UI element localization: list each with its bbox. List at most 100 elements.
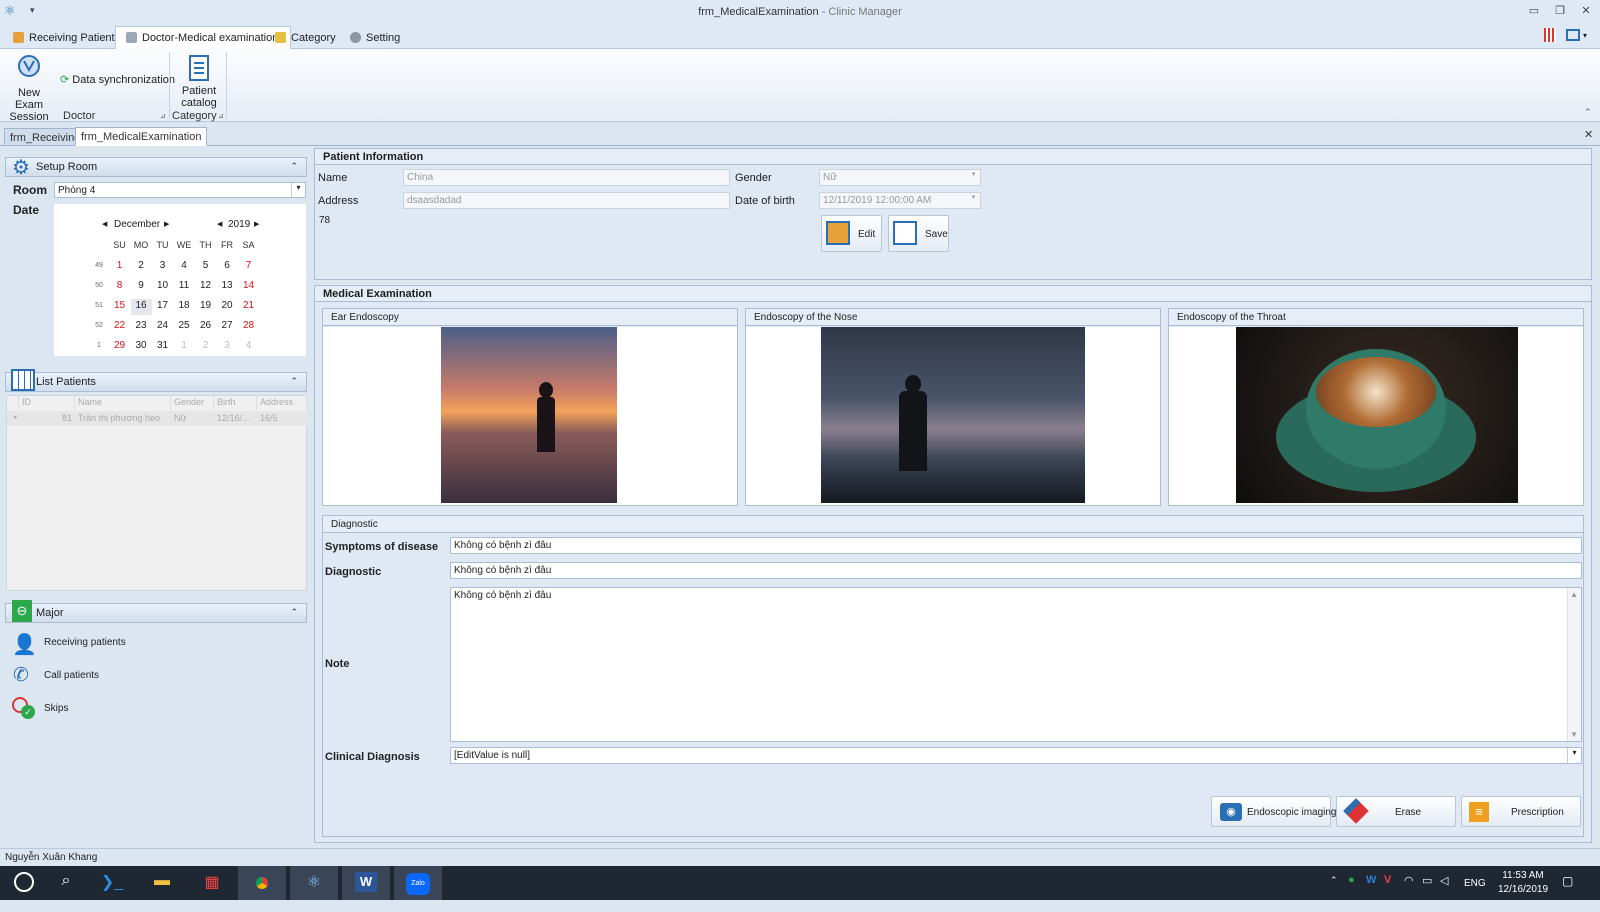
column-header-address[interactable]: Address	[257, 396, 307, 410]
throat-image-box[interactable]	[1169, 327, 1583, 505]
file-explorer-icon[interactable]: ▬	[138, 866, 186, 900]
minimize-button[interactable]: ▭	[1524, 4, 1544, 20]
chevron-down-icon[interactable]: ▾	[1567, 748, 1581, 763]
calendar-day[interactable]: 8	[109, 280, 130, 291]
clock[interactable]: 11:53 AM 12/16/2019	[1498, 870, 1548, 904]
cell-birth[interactable]: 12/16/...	[214, 411, 253, 425]
calendar-day[interactable]: 18	[174, 300, 195, 311]
calendar-day[interactable]: 11	[174, 280, 195, 291]
calendar-day[interactable]: 7	[238, 260, 259, 271]
calendar-day[interactable]: 30	[131, 340, 152, 351]
zalo-icon[interactable]: Zalo	[394, 866, 442, 900]
calendar-day[interactable]: 29	[109, 340, 130, 351]
doc-tab-frm-receiving[interactable]: frm_Receiving	[4, 128, 87, 146]
setup-room-header[interactable]: ⚙ Setup Room ⌃	[5, 157, 307, 179]
symptoms-input[interactable]: Không có bệnh zì đâu	[450, 537, 1582, 554]
close-window-button[interactable]: ✕	[1576, 4, 1596, 20]
clinical-diagnosis-select[interactable]: [EditValue is null] ▾	[450, 747, 1582, 764]
column-header-gender[interactable]: Gender	[171, 396, 214, 410]
layout-dropdown-icon[interactable]: ▾	[1583, 31, 1587, 40]
chevron-down-icon[interactable]: ▾	[967, 170, 980, 178]
layout-icon[interactable]	[1566, 29, 1580, 41]
volume-icon[interactable]: ◁	[1440, 874, 1448, 908]
prescription-button[interactable]: ≡ Prescription	[1461, 796, 1581, 827]
name-field[interactable]: China	[403, 169, 730, 186]
office-app-icon[interactable]: ▦	[188, 866, 236, 900]
doctor-group-launcher-icon[interactable]: ⊿	[160, 112, 166, 120]
calendar-day[interactable]: 2	[131, 260, 152, 271]
word-icon[interactable]: W	[342, 866, 390, 900]
skin-icon[interactable]	[1544, 28, 1556, 42]
room-select[interactable]: Phòng 4 ▾	[54, 182, 306, 198]
calendar-day[interactable]: 2	[195, 340, 216, 351]
calendar-day[interactable]: 14	[238, 280, 259, 291]
calendar-day[interactable]: 16	[130, 299, 152, 315]
edit-button[interactable]: Edit	[821, 215, 882, 252]
column-header-birth[interactable]: Birth	[214, 396, 257, 410]
gender-select[interactable]: Nữ ▾	[819, 169, 981, 186]
next-year-icon[interactable]: ▶	[254, 220, 259, 228]
collapse-chevron-icon[interactable]: ⌃	[290, 607, 298, 618]
calendar-day[interactable]: 20	[217, 300, 238, 311]
language-indicator[interactable]: ENG	[1464, 878, 1486, 912]
start-button[interactable]	[0, 866, 48, 900]
calendar-day[interactable]: 3	[217, 340, 238, 351]
calendar-day[interactable]: 13	[217, 280, 238, 291]
close-document-icon[interactable]: ✕	[1584, 128, 1593, 141]
erase-button[interactable]: Erase	[1336, 796, 1456, 827]
endoscopic-imaging-button[interactable]: ◉ Endoscopic imaging	[1211, 796, 1337, 827]
new-exam-session-button[interactable]: New Exam Session	[4, 54, 54, 123]
calendar-day[interactable]: 27	[217, 320, 238, 331]
major-header[interactable]: ⊖ Major ⌃	[5, 600, 307, 623]
calendar-day[interactable]: 19	[195, 300, 216, 311]
address-field[interactable]: dsaasdadad	[403, 192, 730, 209]
chevron-down-icon[interactable]: ▾	[967, 193, 980, 201]
note-textarea[interactable]: Không có bệnh zì đâu ▲ ▼	[450, 587, 1582, 742]
next-month-icon[interactable]: ▶	[164, 220, 169, 228]
calendar-day[interactable]: 25	[174, 320, 195, 331]
calendar-day[interactable]: 1	[174, 340, 195, 351]
battery-icon[interactable]: ▭	[1422, 874, 1432, 908]
calendar-day[interactable]: 3	[152, 260, 173, 271]
scroll-up-icon[interactable]: ▲	[1570, 590, 1578, 599]
notification-icon[interactable]: ▢	[1562, 874, 1573, 908]
tray-word-icon[interactable]: W	[1366, 874, 1376, 908]
calendar-day[interactable]: 12	[195, 280, 216, 291]
column-header-id[interactable]: ID	[19, 396, 75, 410]
calendar-day[interactable]: 17	[152, 300, 173, 311]
calendar-day[interactable]: 10	[152, 280, 173, 291]
tab-receiving-patients[interactable]: Receiving Patients	[3, 27, 132, 49]
chevron-down-icon[interactable]: ▾	[291, 183, 305, 197]
collapse-ribbon-icon[interactable]: ⌃	[1584, 107, 1592, 118]
prev-year-icon[interactable]: ◀	[217, 220, 222, 228]
search-icon[interactable]: ⌕	[42, 866, 90, 900]
save-button[interactable]: Save	[888, 215, 949, 252]
collapse-chevron-icon[interactable]: ⌃	[290, 376, 298, 387]
list-patients-header[interactable]: List Patients ⌃	[5, 369, 307, 392]
calendar-day[interactable]: 22	[109, 320, 130, 331]
cell-id[interactable]: 81	[19, 411, 75, 425]
calendar-day[interactable]: 23	[131, 320, 152, 331]
scroll-down-icon[interactable]: ▼	[1570, 730, 1578, 739]
calendar-day[interactable]: 15	[109, 300, 130, 311]
wifi-icon[interactable]: ◠	[1404, 874, 1414, 908]
doc-tab-frm-medical-examination[interactable]: frm_MedicalExamination	[75, 127, 208, 146]
tab-setting[interactable]: Setting	[340, 27, 412, 49]
patient-catalog-button[interactable]: Patient catalog	[174, 54, 224, 109]
calendar-day[interactable]: 1	[109, 260, 130, 271]
tray-app-icon[interactable]: ●	[1348, 874, 1355, 908]
calendar-day[interactable]: 9	[131, 280, 152, 291]
calendar-day[interactable]: 4	[174, 260, 195, 271]
patients-grid[interactable]: ID Name Gender Birth Address ▸ 81 Trần t…	[6, 395, 307, 591]
calendar-day[interactable]: 24	[152, 320, 173, 331]
tab-category[interactable]: Category	[265, 27, 348, 49]
restore-button[interactable]: ❐	[1550, 4, 1570, 20]
calendar-day[interactable]: 26	[195, 320, 216, 331]
column-header-name[interactable]: Name	[75, 396, 171, 410]
ear-image-box[interactable]	[323, 327, 737, 505]
cell-name[interactable]: Trần thị phương heo	[75, 411, 171, 425]
tray-overflow-icon[interactable]: ⌃	[1330, 875, 1338, 909]
cell-address[interactable]: 16/5	[257, 411, 281, 425]
scrollbar[interactable]	[1567, 588, 1581, 741]
calendar-day[interactable]: 28	[238, 320, 259, 331]
